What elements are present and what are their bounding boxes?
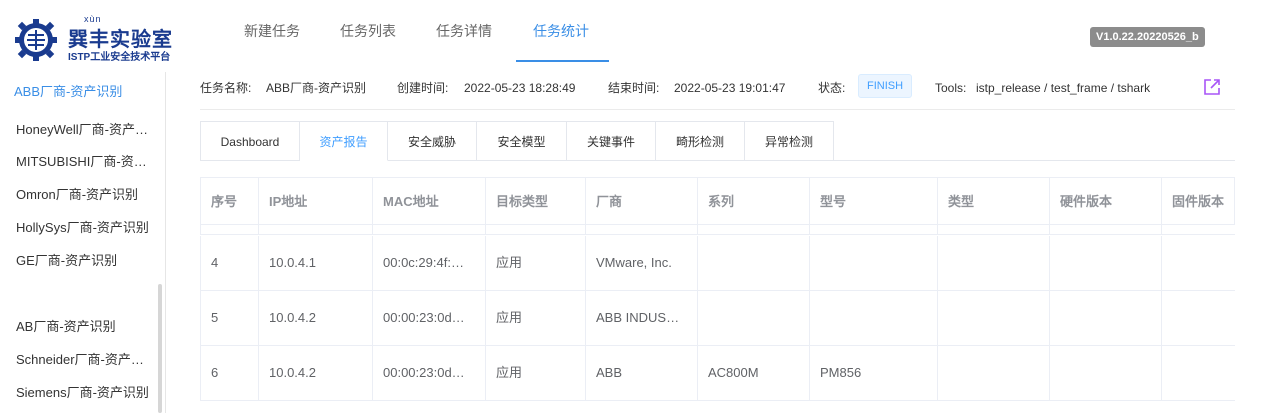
table-row[interactable]: 5 10.0.4.2 00:00:23:0d… 应用 ABB INDUS… <box>200 291 1235 346</box>
cell-type <box>938 346 1050 400</box>
col-header-model[interactable]: 型号 <box>810 178 938 225</box>
asset-table: 序号 IP地址 MAC地址 目标类型 厂商 系列 型号 类型 硬件版本 固件版本… <box>200 177 1235 413</box>
cell-index: 6 <box>200 346 259 400</box>
col-header-mac[interactable]: MAC地址 <box>373 178 486 225</box>
cell-model <box>810 291 938 345</box>
sidebar-item-schneider[interactable]: Schneider厂商-资产识别 <box>16 350 151 370</box>
report-tabs: Dashboard 资产报告 安全威胁 安全模型 关键事件 畸形检测 异常检测 <box>200 121 1235 161</box>
sidebar-scrollbar[interactable] <box>158 284 162 413</box>
nav-task-stats[interactable]: 任务统计 <box>533 0 589 62</box>
cell-target-type: 应用 <box>486 291 586 345</box>
table-row-partial <box>200 225 1235 235</box>
col-header-index[interactable]: 序号 <box>200 178 259 225</box>
nav-new-task[interactable]: 新建任务 <box>244 0 300 62</box>
cell-mac: 00:0c:29:4f:… <box>373 236 486 290</box>
sidebar-item-ab[interactable]: AB厂商-资产识别 <box>16 317 151 337</box>
tab-asset-report[interactable]: 资产报告 <box>300 121 388 161</box>
col-header-ip[interactable]: IP地址 <box>259 178 373 225</box>
sidebar-item-honeywell[interactable]: HoneyWell厂商-资产识别 <box>16 120 151 140</box>
tab-security-threats[interactable]: 安全威胁 <box>388 121 477 161</box>
created-time-value: 2022-05-23 18:28:49 <box>464 81 576 95</box>
cell-index: 4 <box>200 236 259 290</box>
sidebar-item-omron[interactable]: Omron厂商-资产识别 <box>16 185 151 205</box>
tab-security-model[interactable]: 安全模型 <box>477 121 567 161</box>
table-cell <box>259 225 373 235</box>
cell-model <box>810 236 938 290</box>
external-link-icon[interactable] <box>1203 78 1221 96</box>
cell-fw-version <box>1162 346 1235 400</box>
table-cell <box>486 225 586 235</box>
sidebar: ABB厂商-资产识别 HoneyWell厂商-资产识别 MITSUBISHI厂商… <box>0 72 166 413</box>
sidebar-item-hollysys[interactable]: HollySys厂商-资产识别 <box>16 218 151 238</box>
cell-series <box>698 291 810 345</box>
cell-type <box>938 291 1050 345</box>
tools-label: Tools: <box>935 81 967 95</box>
col-header-hw-version[interactable]: 硬件版本 <box>1050 178 1162 225</box>
cell-series: AC800M <box>698 346 810 400</box>
cell-ip: 10.0.4.1 <box>259 236 373 290</box>
col-header-series[interactable]: 系列 <box>698 178 810 225</box>
task-info-bar: 任务名称: ABB厂商-资产识别 创建时间: 2022-05-23 18:28:… <box>200 74 1235 110</box>
table-cell <box>938 225 1050 235</box>
col-header-vendor[interactable]: 厂商 <box>586 178 698 225</box>
sidebar-item-siemens[interactable]: Siemens厂商-资产识别 <box>16 383 151 403</box>
cell-series <box>698 236 810 290</box>
table-cell <box>810 225 938 235</box>
cell-vendor: VMware, Inc. <box>586 236 698 290</box>
cell-fw-version <box>1162 236 1235 290</box>
table-cell <box>586 225 698 235</box>
status-badge: FINISH <box>858 74 913 98</box>
tools-value: istp_release / test_frame / tshark <box>976 81 1151 95</box>
task-name-label: 任务名称: <box>200 81 252 95</box>
cell-vendor: ABB INDUS… <box>586 291 698 345</box>
version-badge: V1.0.22.20220526_b <box>1090 27 1205 47</box>
cell-hw-version <box>1050 346 1162 400</box>
col-header-target-type[interactable]: 目标类型 <box>486 178 586 225</box>
cell-ip: 10.0.4.2 <box>259 291 373 345</box>
cell-vendor: ABB <box>586 346 698 400</box>
end-time-value: 2022-05-23 19:01:47 <box>674 81 786 95</box>
app-header: xùn 巽丰实验室 ISTP工业安全技术平台 新建任务 任务列表 任务详情 任务… <box>0 0 1288 72</box>
cell-model: PM856 <box>810 346 938 400</box>
sidebar-item-ge[interactable]: GE厂商-资产识别 <box>16 251 151 271</box>
nav-task-detail[interactable]: 任务详情 <box>436 0 492 62</box>
table-cell <box>200 225 259 235</box>
cell-ip: 10.0.4.2 <box>259 346 373 400</box>
nav-active-indicator <box>516 60 609 62</box>
cell-mac: 00:00:23:0d… <box>373 346 486 400</box>
cell-target-type: 应用 <box>486 346 586 400</box>
cell-index: 5 <box>200 291 259 345</box>
table-header: 序号 IP地址 MAC地址 目标类型 厂商 系列 型号 类型 硬件版本 固件版本 <box>200 177 1235 225</box>
logo-subtitle: ISTP工业安全技术平台 <box>68 52 171 63</box>
table-row[interactable]: 4 10.0.4.1 00:0c:29:4f:… 应用 VMware, Inc. <box>200 236 1235 291</box>
nav-task-list[interactable]: 任务列表 <box>340 0 396 62</box>
table-row[interactable]: 6 10.0.4.2 00:00:23:0d… 应用 ABB AC800M PM… <box>200 346 1235 401</box>
cell-target-type: 应用 <box>486 236 586 290</box>
logo-gear-icon <box>15 19 57 61</box>
logo[interactable]: xùn 巽丰实验室 ISTP工业安全技术平台 <box>14 14 194 64</box>
sidebar-item-abb[interactable]: ABB厂商-资产识别 <box>14 82 149 102</box>
table-cell <box>698 225 810 235</box>
sidebar-item-mitsubishi[interactable]: MITSUBISHI厂商-资产识别 <box>16 152 151 172</box>
cell-fw-version <box>1162 291 1235 345</box>
cell-type <box>938 236 1050 290</box>
cell-mac: 00:00:23:0d… <box>373 291 486 345</box>
col-header-fw-version[interactable]: 固件版本 <box>1162 178 1235 225</box>
table-cell <box>373 225 486 235</box>
status-label: 状态: <box>818 81 846 95</box>
cell-hw-version <box>1050 291 1162 345</box>
end-time-label: 结束时间: <box>608 81 660 95</box>
tab-anomaly-detection[interactable]: 异常检测 <box>745 121 834 161</box>
cell-hw-version <box>1050 236 1162 290</box>
tab-dashboard[interactable]: Dashboard <box>200 121 300 161</box>
col-header-type[interactable]: 类型 <box>938 178 1050 225</box>
table-cell <box>1050 225 1162 235</box>
tab-malformed-detection[interactable]: 畸形检测 <box>656 121 745 161</box>
created-time-label: 创建时间: <box>397 81 449 95</box>
task-name-value: ABB厂商-资产识别 <box>266 81 367 95</box>
tab-key-events[interactable]: 关键事件 <box>567 121 656 161</box>
